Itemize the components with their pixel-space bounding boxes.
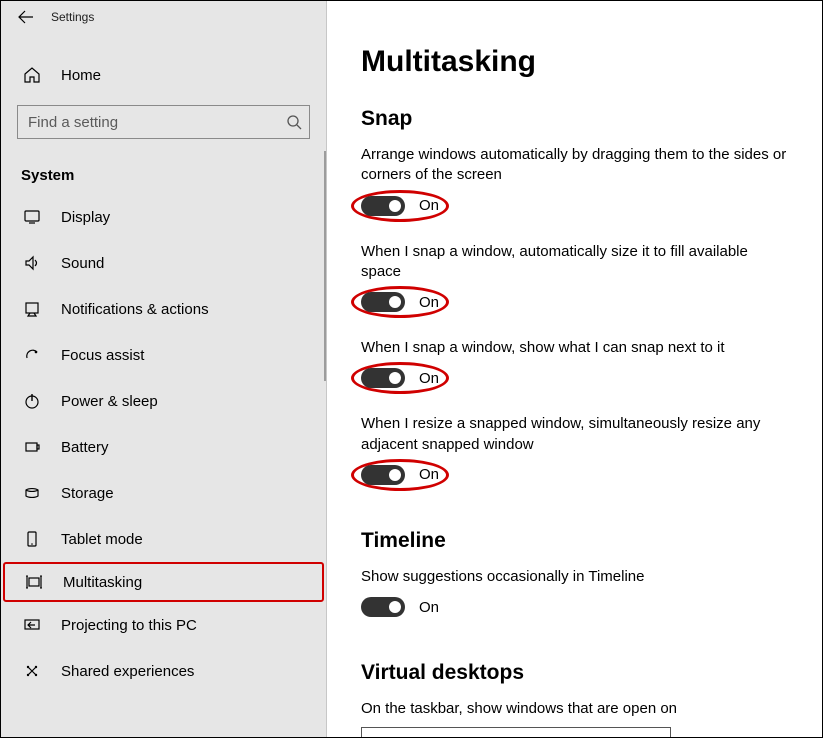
snap-toggle-label-0: On [419, 197, 439, 214]
sidebar-item-battery[interactable]: Battery [1, 424, 326, 470]
snap-toggle-label-1: On [419, 294, 439, 311]
virtual-heading: Virtual desktops [361, 661, 792, 685]
home-icon [21, 66, 43, 84]
snap-toggle-0[interactable] [361, 196, 405, 216]
battery-icon [21, 438, 43, 456]
timeline-toggle-label: On [419, 599, 439, 616]
section-label: System [1, 153, 326, 194]
page-title: Multitasking [361, 45, 792, 79]
search-input[interactable] [17, 105, 310, 139]
sidebar-item-label: Storage [61, 485, 114, 502]
virtual-desc: On the taskbar, show windows that are op… [361, 699, 791, 719]
power-sleep-icon [21, 392, 43, 410]
sidebar-item-storage[interactable]: Storage [1, 470, 326, 516]
sidebar-item-multitasking[interactable]: Multitasking [3, 562, 324, 602]
snap-desc-2: When I snap a window, show what I can sn… [361, 338, 791, 358]
snap-desc-1: When I snap a window, automatically size… [361, 242, 791, 283]
sidebar-item-projecting-to-this-pc[interactable]: Projecting to this PC [1, 602, 326, 648]
virtual-dropdown-value: Only the desktop I'm using [372, 736, 548, 737]
sidebar-item-label: Sound [61, 255, 104, 272]
snap-toggle-row-2: On [361, 364, 792, 392]
snap-desc-0: Arrange windows automatically by draggin… [361, 145, 791, 186]
nav-list: Display Sound Notifications & actions Focus… [1, 194, 326, 694]
search-icon [286, 114, 302, 130]
sidebar-item-shared-experiences[interactable]: Shared experiences [1, 648, 326, 694]
timeline-desc: Show suggestions occasionally in Timelin… [361, 567, 791, 587]
sidebar-item-label: Display [61, 209, 110, 226]
sidebar-item-label: Shared experiences [61, 663, 194, 680]
snap-heading: Snap [361, 107, 792, 131]
focus-assist-icon [21, 346, 43, 364]
snap-toggle-row-0: On [361, 192, 792, 220]
sidebar-item-label: Tablet mode [61, 531, 143, 548]
sidebar-item-label: Battery [61, 439, 109, 456]
sidebar-item-power-sleep[interactable]: Power & sleep [1, 378, 326, 424]
snap-toggle-label-2: On [419, 370, 439, 387]
sidebar: Settings Home System Display Sound Notific… [1, 1, 327, 737]
main-content: Multitasking Snap Arrange windows automa… [327, 1, 822, 737]
notifications-icon [21, 300, 43, 318]
sidebar-item-sound[interactable]: Sound [1, 240, 326, 286]
search-container [17, 105, 310, 139]
storage-icon [21, 484, 43, 502]
sidebar-item-notifications-actions[interactable]: Notifications & actions [1, 286, 326, 332]
sidebar-item-tablet-mode[interactable]: Tablet mode [1, 516, 326, 562]
snap-toggle-2[interactable] [361, 368, 405, 388]
timeline-heading: Timeline [361, 529, 792, 553]
projecting-icon [21, 616, 43, 634]
timeline-toggle-row: On [361, 593, 792, 621]
sidebar-item-label: Projecting to this PC [61, 617, 197, 634]
snap-desc-3: When I resize a snapped window, simultan… [361, 414, 791, 455]
snap-toggle-row-1: On [361, 288, 792, 316]
back-arrow-icon [18, 9, 34, 25]
sidebar-item-display[interactable]: Display [1, 194, 326, 240]
snap-toggle-row-3: On [361, 461, 792, 489]
back-button[interactable] [15, 6, 37, 28]
virtual-dropdown[interactable]: Only the desktop I'm using [361, 727, 671, 737]
sidebar-item-focus-assist[interactable]: Focus assist [1, 332, 326, 378]
sound-icon [21, 254, 43, 272]
sidebar-item-label: Notifications & actions [61, 301, 209, 318]
home-nav[interactable]: Home [1, 53, 326, 97]
multitasking-icon [23, 573, 45, 591]
snap-toggle-label-3: On [419, 466, 439, 483]
sidebar-item-label: Power & sleep [61, 393, 158, 410]
snap-toggle-3[interactable] [361, 465, 405, 485]
home-label: Home [61, 67, 101, 84]
sidebar-item-label: Focus assist [61, 347, 144, 364]
snap-toggle-1[interactable] [361, 292, 405, 312]
window-title: Settings [51, 10, 94, 24]
display-icon [21, 208, 43, 226]
sidebar-scroll-indicator [324, 151, 326, 381]
titlebar: Settings [1, 1, 326, 33]
sidebar-item-label: Multitasking [63, 574, 142, 591]
timeline-toggle[interactable] [361, 597, 405, 617]
shared-experiences-icon [21, 662, 43, 680]
tablet-mode-icon [21, 530, 43, 548]
